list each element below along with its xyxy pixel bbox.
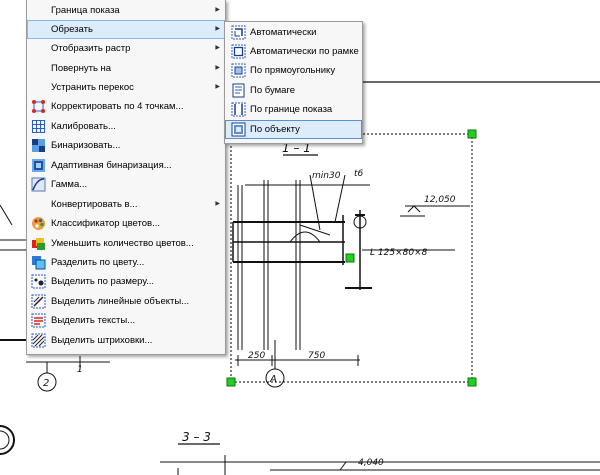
menu-item-binarize[interactable]: Бинаризовать... <box>27 136 225 155</box>
menu-item-crop[interactable]: Обрезать ▶ <box>27 20 225 39</box>
menu-item-label: Выделить тексты... <box>51 315 136 326</box>
axis-a-label: А <box>269 374 277 385</box>
menu-item-label: Устранить перекос <box>51 82 134 93</box>
mark-1-label: 1 <box>77 365 83 375</box>
crop-display-border-icon <box>231 102 246 117</box>
calibrate-grid-icon <box>32 120 45 133</box>
select-hatching-icon <box>31 333 46 348</box>
submenu-item-auto-frame[interactable]: Автоматически по рамке <box>225 42 362 61</box>
menu-item-display-border[interactable]: Граница показа ▶ <box>27 1 225 20</box>
submenu-item-label: Автоматически по рамке <box>250 46 359 57</box>
menu-item-select-texts[interactable]: Выделить тексты... <box>27 311 225 330</box>
menu-item-label: Обрезать <box>51 24 93 35</box>
menu-item-label: Разделить по цвету... <box>51 257 145 268</box>
menu-item-color-classifier[interactable]: Классификатор цветов... <box>27 214 225 233</box>
submenu-item-label: Автоматически <box>250 27 317 38</box>
axis-2-label: 2 <box>43 378 49 389</box>
dim-250-label: 250 <box>248 351 265 361</box>
crop-frame-icon <box>231 44 246 59</box>
crop-object-icon <box>231 122 246 137</box>
min30-label: min30 <box>312 171 341 181</box>
select-by-size-icon <box>31 274 46 289</box>
crop-rectangle-icon <box>231 63 246 78</box>
submenu-item-object[interactable]: По объекту <box>225 120 362 139</box>
menu-item-label: Конвертировать в... <box>51 199 138 210</box>
menu-item-label: Классификатор цветов... <box>51 218 161 229</box>
palette-icon <box>32 217 45 230</box>
elevation-label: 12,050 <box>424 195 456 205</box>
menu-item-label: Гамма... <box>51 179 88 190</box>
raster-context-menu: Граница показа ▶ Обрезать ▶ Отобразить р… <box>26 0 226 355</box>
menu-item-show-raster[interactable]: Отобразить растр ▶ <box>27 39 225 58</box>
submenu-arrow-icon: ▶ <box>215 84 220 90</box>
menu-item-calibrate[interactable]: Калибровать... <box>27 117 225 136</box>
menu-item-label: Выделить по размеру... <box>51 276 155 287</box>
resize-handle-top-right[interactable] <box>467 129 477 139</box>
submenu-item-label: По бумаге <box>250 85 295 96</box>
crop-paper-icon <box>232 83 245 98</box>
submenu-item-display-border[interactable]: По границе показа <box>225 100 362 119</box>
dim-750-label: 750 <box>308 351 325 361</box>
profile-label: L 125×80×8 <box>370 248 428 258</box>
menu-item-split-by-color[interactable]: Разделить по цвету... <box>27 253 225 272</box>
menu-item-label: Граница показа <box>51 5 120 16</box>
menu-item-label: Уменьшить количество цветов... <box>51 238 194 249</box>
submenu-item-label: По прямоугольнику <box>250 65 336 76</box>
four-points-icon <box>32 100 45 113</box>
menu-item-rotate[interactable]: Повернуть на ▶ <box>27 59 225 78</box>
submenu-arrow-icon: ▶ <box>215 7 220 13</box>
adaptive-binarize-icon <box>32 159 45 172</box>
submenu-arrow-icon: ▶ <box>215 45 220 51</box>
menu-item-label: Корректировать по 4 точкам... <box>51 101 184 112</box>
menu-item-correct-4-points[interactable]: Корректировать по 4 точкам... <box>27 97 225 116</box>
resize-handle-bottom-left[interactable] <box>226 377 236 387</box>
menu-item-select-by-size[interactable]: Выделить по размеру... <box>27 272 225 291</box>
menu-item-label: Выделить линейные объекты... <box>51 296 190 307</box>
elevation-2-label: 4,040 <box>358 458 384 468</box>
menu-item-label: Выделить штриховки... <box>51 335 153 346</box>
submenu-item-label: По границе показа <box>250 104 333 115</box>
submenu-item-paper[interactable]: По бумаге <box>225 81 362 100</box>
menu-item-adaptive-binarize[interactable]: Адаптивная бинаризация... <box>27 156 225 175</box>
select-texts-icon <box>31 313 46 328</box>
crop-auto-icon <box>231 25 246 40</box>
menu-item-label: Бинаризовать... <box>51 140 121 151</box>
crop-submenu: Автоматически Автоматически по рамке По … <box>224 21 363 144</box>
resize-handle-bottom-right[interactable] <box>467 377 477 387</box>
menu-item-label: Отобразить растр <box>51 43 131 54</box>
binarize-icon <box>32 139 45 152</box>
resize-handle-center[interactable] <box>345 253 355 263</box>
submenu-item-auto[interactable]: Автоматически <box>225 23 362 42</box>
t6-label: t6 <box>354 169 364 179</box>
submenu-arrow-icon: ▶ <box>215 65 220 71</box>
menu-item-label: Калибровать... <box>51 121 116 132</box>
menu-item-label: Адаптивная бинаризация... <box>51 160 172 171</box>
split-color-icon <box>32 256 46 270</box>
select-lines-icon <box>31 294 46 309</box>
submenu-arrow-icon: ▶ <box>215 201 220 207</box>
menu-item-label: Повернуть на <box>51 63 112 74</box>
section-3-label: 3 – 3 <box>182 430 211 444</box>
submenu-item-label: По объекту <box>250 124 300 135</box>
reduce-colors-icon <box>32 238 45 250</box>
menu-item-reduce-colors[interactable]: Уменьшить количество цветов... <box>27 234 225 253</box>
submenu-item-rectangle[interactable]: По прямоугольнику <box>225 61 362 80</box>
menu-item-select-hatching[interactable]: Выделить штриховки... <box>27 331 225 350</box>
gamma-icon <box>31 177 46 192</box>
menu-item-select-lines[interactable]: Выделить линейные объекты... <box>27 292 225 311</box>
menu-item-deskew[interactable]: Устранить перекос ▶ <box>27 78 225 97</box>
menu-item-gamma[interactable]: Гамма... <box>27 175 225 194</box>
menu-item-convert[interactable]: Конвертировать в... ▶ <box>27 195 225 214</box>
submenu-arrow-icon: ▶ <box>215 26 220 32</box>
